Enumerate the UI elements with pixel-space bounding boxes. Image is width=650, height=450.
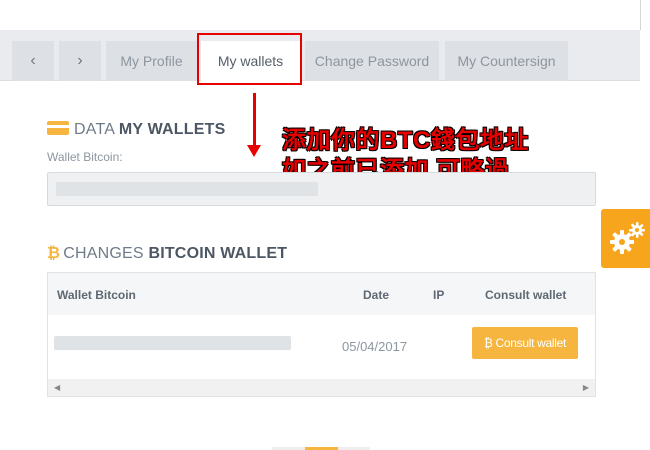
annotation-arrow-down-icon bbox=[247, 145, 261, 157]
tab-my-profile[interactable]: My Profile bbox=[106, 41, 197, 81]
tab-label: My Countersign bbox=[457, 53, 556, 69]
tab-change-password[interactable]: Change Password bbox=[305, 41, 439, 81]
tab-next-button[interactable]: › bbox=[59, 41, 101, 81]
settings-widget-button[interactable] bbox=[601, 209, 650, 268]
wallet-history-table: Wallet Bitcoin Date IP Consult wallet 05… bbox=[47, 272, 596, 397]
changes-section-title: ₿ CHANGES BITCOIN WALLET bbox=[47, 245, 287, 263]
title-prefix: DATA bbox=[74, 121, 115, 138]
gears-icon bbox=[610, 222, 645, 254]
table-header: Wallet Bitcoin Date IP Consult wallet bbox=[48, 273, 595, 315]
column-header-date: Date bbox=[363, 288, 390, 302]
tab-label: Change Password bbox=[314, 53, 430, 69]
title-bold: MY WALLETS bbox=[118, 121, 226, 138]
chevron-left-icon: ‹ bbox=[30, 52, 36, 69]
annotation-highlight-box bbox=[197, 33, 302, 85]
wallet-bitcoin-label: Wallet Bitcoin: bbox=[47, 150, 123, 164]
scroll-left-icon[interactable]: ◀ bbox=[54, 383, 60, 392]
consult-wallet-button[interactable]: ₿ Consult wallet bbox=[472, 327, 578, 359]
bitcoin-icon: ₿ bbox=[47, 245, 61, 262]
tab-my-countersign[interactable]: My Countersign bbox=[445, 41, 568, 81]
credit-card-icon bbox=[47, 121, 69, 135]
tab-prev-button[interactable]: ‹ bbox=[12, 41, 54, 81]
annotation-arrow-line bbox=[253, 93, 256, 147]
horizontal-scrollbar[interactable]: ◀ ▶ bbox=[48, 379, 595, 396]
column-header-consult: Consult wallet bbox=[485, 288, 567, 302]
tab-label: My Profile bbox=[120, 53, 183, 69]
profile-tab-bar: ‹ › My Profile My wallets Change Passwor… bbox=[0, 30, 640, 81]
wallet-bitcoin-input[interactable] bbox=[47, 172, 596, 206]
column-header-wallet: Wallet Bitcoin bbox=[57, 288, 136, 302]
title-prefix: CHANGES bbox=[63, 245, 144, 262]
chevron-right-icon: › bbox=[77, 52, 83, 69]
redacted-address bbox=[56, 182, 318, 196]
column-header-ip: IP bbox=[433, 288, 445, 302]
title-bold: BITCOIN WALLET bbox=[148, 245, 288, 262]
top-strip bbox=[0, 0, 650, 30]
wallets-section-title: DATA MY WALLETS bbox=[47, 121, 225, 139]
divider bbox=[640, 0, 641, 30]
redacted-wallet-address bbox=[54, 336, 291, 350]
scroll-right-icon[interactable]: ▶ bbox=[583, 383, 589, 392]
row-date: 05/04/2017 bbox=[342, 339, 408, 354]
